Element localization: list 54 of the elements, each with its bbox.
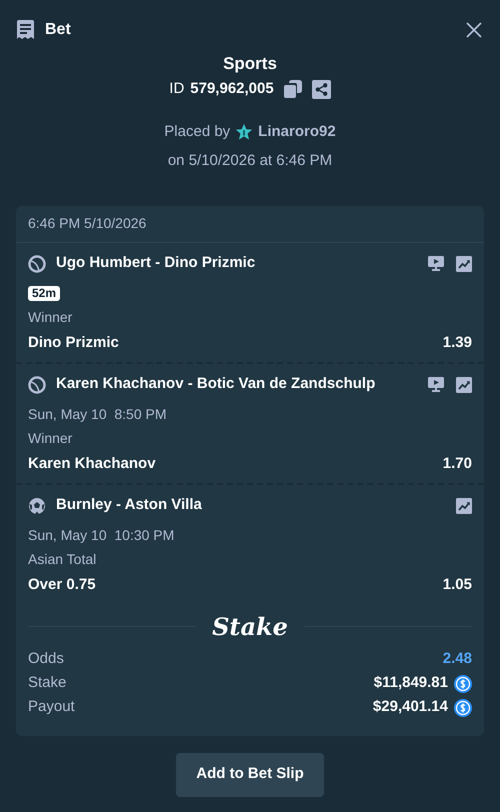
tv-play-icon: [428, 377, 444, 392]
slip-timestamp: 6:46 PM 5/10/2026: [28, 214, 146, 233]
selection-name: Over 0.75: [28, 576, 96, 594]
bet-category: Sports: [223, 53, 277, 75]
statistics-button[interactable]: [456, 376, 472, 392]
event-title[interactable]: Ugo Humbert - Dino Prizmic: [56, 252, 256, 275]
live-stream-button[interactable]: [428, 377, 444, 392]
trend-chart-icon: [456, 498, 472, 514]
tennis-ball-icon: [28, 254, 46, 272]
selection-name: Dino Prizmic: [28, 334, 119, 352]
dialog-title: Bet: [45, 20, 71, 40]
close-button[interactable]: [464, 20, 484, 40]
selection-name: Karen Khachanov: [28, 454, 156, 472]
selection-odds: 1.39: [442, 334, 472, 352]
receipt-icon: [16, 20, 35, 40]
live-time-badge: 52m: [28, 286, 60, 300]
placed-by-label: Placed by: [164, 122, 230, 142]
total-odds: 2.48: [442, 649, 472, 670]
tennis-ball-icon: [28, 376, 46, 394]
soccer-ball-icon: [28, 496, 46, 514]
trend-chart-icon: [456, 376, 472, 392]
event-title[interactable]: Karen Khachanov - Botic Van de Zandschulp: [56, 373, 376, 396]
selection-odds: 1.70: [442, 454, 472, 472]
start-time: Sun, May 10 8:50 PM: [28, 406, 168, 422]
live-stream-button[interactable]: [428, 256, 444, 271]
star-icon: [235, 122, 254, 141]
summary-label: Payout: [28, 697, 75, 718]
statistics-button[interactable]: [456, 498, 472, 514]
selection-odds: 1.05: [442, 576, 472, 594]
close-icon: [466, 22, 482, 38]
bet-id: 579,962,005: [190, 79, 274, 99]
add-to-bet-slip-button[interactable]: Add to Bet Slip: [176, 752, 324, 796]
share-icon: [314, 82, 328, 96]
dollar-coin-icon: [454, 698, 472, 716]
username-link[interactable]: Linaroro92: [258, 120, 336, 143]
summary-label: Odds: [28, 649, 64, 670]
copy-icon: [284, 80, 302, 98]
trend-chart-icon: [456, 256, 472, 272]
tv-play-icon: [428, 256, 444, 271]
amount-value: $11,849.81: [374, 673, 448, 694]
share-button[interactable]: [312, 80, 331, 99]
amount-value: $29,401.14: [372, 697, 448, 718]
statistics-button[interactable]: [456, 256, 472, 272]
start-time: Sun, May 10 10:30 PM: [28, 526, 176, 542]
placed-date: on 5/10/2026 at 6:46 PM: [168, 151, 332, 171]
market-name: Asian Total: [28, 550, 98, 566]
stake-logo: Stake: [212, 612, 288, 642]
copy-button[interactable]: [284, 80, 302, 98]
id-label: ID: [169, 79, 184, 99]
event-title[interactable]: Burnley - Aston Villa: [56, 494, 202, 517]
summary-label: Stake: [28, 673, 66, 694]
market-name: Winner: [28, 430, 74, 446]
dollar-coin-icon: [454, 674, 472, 692]
market-name: Winner: [28, 308, 74, 324]
